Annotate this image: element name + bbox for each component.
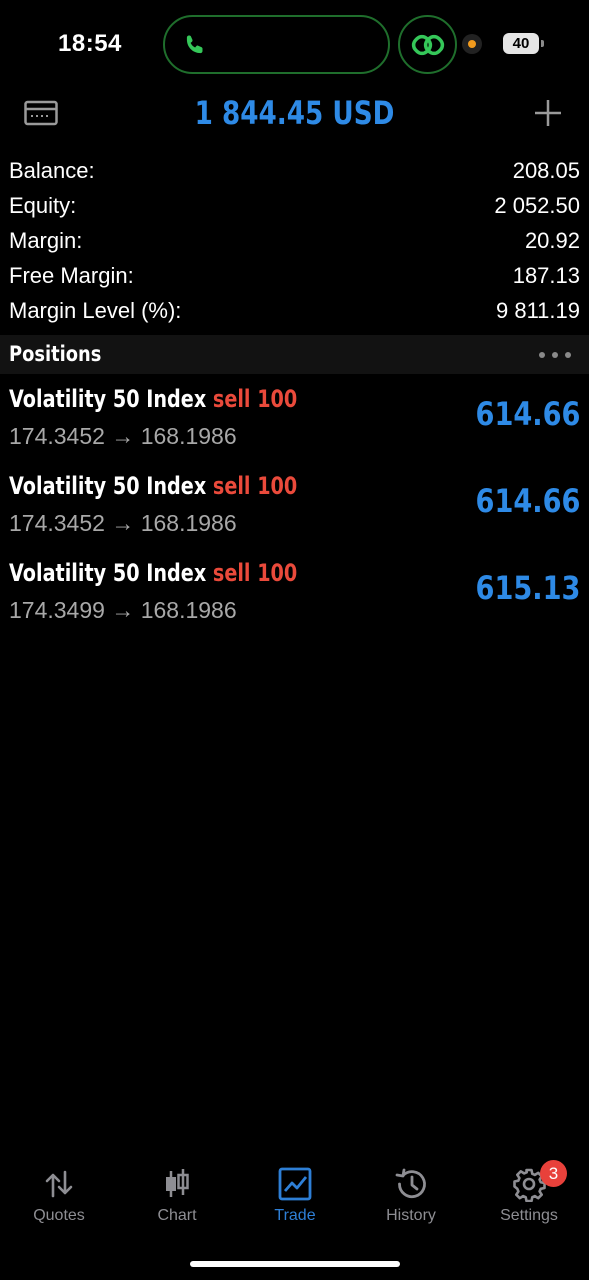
position-prices: 174.3499 → 168.1986 [9,597,237,623]
balance-row: Balance: 208.05 [9,155,580,190]
tab-quotes-label: Quotes [33,1207,85,1224]
status-time: 18:54 [58,30,122,57]
tab-trade-label: Trade [274,1207,316,1224]
position-side: sell 100 [212,385,298,413]
battery-indicator: 40 [503,33,544,54]
position-item[interactable]: Volatility 50 Index sell 100 174.3452 → … [9,472,580,559]
tab-bar: Quotes Chart Trade History Settings [0,1160,589,1235]
tab-history-label: History [386,1207,436,1224]
margin-label: Margin: [9,228,83,253]
margin-row: Margin: 20.92 [9,225,580,260]
position-item[interactable]: Volatility 50 Index sell 100 174.3499 → … [9,559,580,646]
tab-history[interactable]: History [352,1160,470,1225]
free-margin-value: 187.13 [512,263,580,288]
free-margin-row: Free Margin: 187.13 [9,260,580,295]
add-icon[interactable] [533,98,563,128]
dynamic-island-call[interactable] [163,15,390,74]
position-symbol: Volatility 50 Index [9,472,207,500]
balance-value: 208.05 [512,158,580,183]
position-prices: 174.3452 → 168.1986 [9,510,237,536]
positions-title: Positions [9,342,102,366]
position-profit: 615.13 [475,569,580,607]
margin-level-label: Margin Level (%): [9,298,182,323]
phone-icon [186,35,203,54]
account-summary: Balance: 208.05 Equity: 2 052.50 Margin:… [9,155,580,330]
more-options-icon[interactable] [539,352,571,358]
positions-section-header: Positions [0,335,589,374]
margin-level-row: Margin Level (%): 9 811.19 [9,295,580,330]
tab-settings[interactable]: Settings [470,1160,588,1225]
equity-label: Equity: [9,193,77,218]
position-profit: 614.66 [475,482,580,520]
balance-label: Balance: [9,158,95,183]
position-symbol: Volatility 50 Index [9,559,207,587]
equity-row: Equity: 2 052.50 [9,190,580,225]
history-icon [395,1168,426,1199]
position-side: sell 100 [212,559,298,587]
link-icon [411,34,445,56]
position-prices: 174.3452 → 168.1986 [9,423,237,449]
trade-icon [278,1167,312,1201]
privacy-indicator [462,34,482,54]
account-total-title: 1 844.45 USD [194,94,395,132]
margin-value: 20.92 [524,228,580,253]
equity-value: 2 052.50 [494,193,580,218]
position-item[interactable]: Volatility 50 Index sell 100 174.3452 → … [9,385,580,472]
tab-chart-label: Chart [157,1207,197,1224]
quotes-icon [45,1170,73,1198]
position-symbol: Volatility 50 Index [9,385,207,413]
tab-quotes[interactable]: Quotes [0,1160,118,1225]
chart-icon [166,1169,189,1197]
tab-chart[interactable]: Chart [118,1160,236,1225]
dynamic-island-app[interactable] [398,15,457,74]
tab-settings-label: Settings [500,1207,558,1224]
position-profit: 614.66 [475,395,580,433]
margin-level-value: 9 811.19 [495,298,580,323]
tab-trade[interactable]: Trade [236,1160,354,1225]
home-indicator[interactable] [190,1261,400,1267]
position-side: sell 100 [212,472,298,500]
free-margin-label: Free Margin: [9,263,134,288]
settings-badge: 3 [540,1160,567,1187]
